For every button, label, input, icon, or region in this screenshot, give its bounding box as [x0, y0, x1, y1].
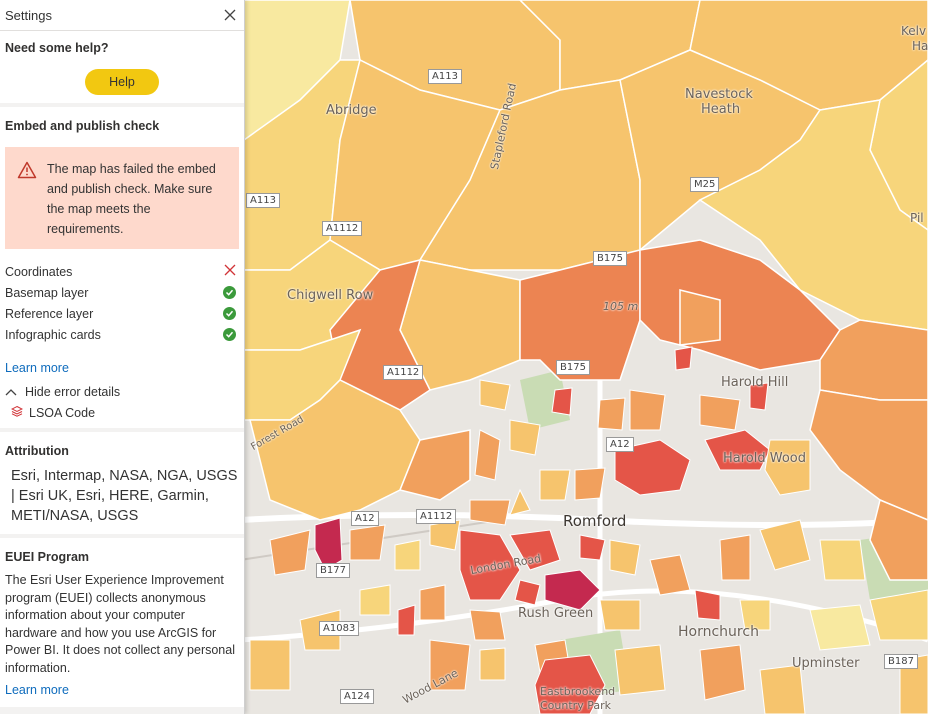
help-section: Need some help? Help: [0, 31, 244, 103]
help-button[interactable]: Help: [85, 69, 159, 95]
check-row-coordinates: Coordinates: [5, 261, 239, 282]
check-label: Coordinates: [5, 264, 73, 279]
close-icon[interactable]: [222, 7, 238, 23]
place-label-hornchurch: Hornchurch: [678, 624, 759, 640]
road-shield-b177: B177: [316, 563, 350, 578]
road-shield-a12-east: A12: [606, 437, 634, 452]
fail-icon: [224, 264, 236, 279]
place-label-abridge: Abridge: [326, 103, 377, 118]
error-layer-label: LSOA Code: [29, 405, 96, 420]
layers-icon: [10, 405, 24, 420]
check-row-infographic: Infographic cards: [5, 324, 239, 345]
chevron-up-icon: [5, 385, 17, 399]
error-layer-item: LSOA Code: [5, 405, 239, 420]
place-label-heath: Heath: [701, 102, 741, 117]
place-label-kelv: Kelv: [901, 24, 927, 38]
check-label: Infographic cards: [5, 327, 101, 342]
error-message: The map has failed the embed and publish…: [47, 162, 216, 236]
place-label-harold-hill: Harold Hill: [721, 375, 789, 390]
attribution-text: Esri, Intermap, NASA, NGA, USGS | Esri U…: [11, 468, 238, 524]
checkmark-icon: [223, 307, 236, 320]
elevation-label: 105 m: [603, 300, 639, 313]
panel-header: Settings: [0, 0, 244, 31]
checkmark-icon: [223, 328, 236, 341]
road-shield-a1083: A1083: [319, 621, 360, 636]
attribution-heading: Attribution: [5, 444, 69, 458]
place-label-rush-green: Rush Green: [518, 606, 594, 621]
road-shield-a1112-south: A1112: [416, 509, 457, 524]
help-heading: Need some help?: [5, 41, 109, 55]
road-shield-a113: A113: [428, 69, 462, 84]
place-label-country-park: Country Park: [540, 699, 611, 712]
place-label-ha: Ha: [912, 39, 928, 53]
place-label-chigwell-row: Chigwell Row: [287, 288, 374, 303]
road-shield-b187: B187: [884, 654, 918, 669]
road-shield-a124: A124: [340, 689, 374, 704]
error-banner: The map has failed the embed and publish…: [5, 147, 239, 249]
panel-title: Settings: [5, 7, 52, 23]
check-label: Basemap layer: [5, 285, 89, 300]
embed-check-section: Embed and publish check The map has fail…: [0, 107, 244, 428]
learn-more-link[interactable]: Learn more: [5, 361, 69, 375]
euei-learn-more-link[interactable]: Learn more: [5, 683, 69, 697]
place-label-pil: Pil: [910, 211, 924, 225]
euei-text: The Esri User Experience Improvement pro…: [5, 573, 235, 675]
check-label: Reference layer: [5, 306, 94, 321]
place-label-navestock: Navestock: [685, 87, 753, 102]
place-label-romford: Romford: [563, 512, 627, 530]
checkmark-icon: [223, 286, 236, 299]
road-shield-b175-south: B175: [556, 360, 590, 375]
euei-heading: EUEI Program: [5, 550, 90, 564]
hide-error-details-label: Hide error details: [25, 385, 121, 399]
warning-icon: [17, 161, 37, 239]
place-label-harold-wood: Harold Wood: [723, 451, 807, 466]
road-shield-m25: M25: [690, 177, 720, 192]
attribution-section: Attribution Esri, Intermap, NASA, NGA, U…: [0, 432, 244, 534]
road-shield-a1112-mid: A1112: [383, 365, 424, 380]
check-row-reference: Reference layer: [5, 303, 239, 324]
settings-panel: Settings Need some help? Help Embed and …: [0, 0, 245, 714]
place-label-eastbrookend: Eastbrookend: [540, 685, 616, 698]
road-shield-b175-north: B175: [593, 251, 627, 266]
check-row-basemap: Basemap layer: [5, 282, 239, 303]
euei-section: EUEI Program The Esri User Experience Im…: [0, 538, 244, 707]
place-label-upminster: Upminster: [792, 656, 860, 671]
embed-check-heading: Embed and publish check: [5, 119, 160, 133]
hide-error-details-toggle[interactable]: Hide error details: [5, 385, 239, 399]
road-shield-a113-west: A113: [246, 193, 280, 208]
road-shield-a12-west: A12: [351, 511, 379, 526]
road-shield-a1112-north: A1112: [322, 221, 363, 236]
